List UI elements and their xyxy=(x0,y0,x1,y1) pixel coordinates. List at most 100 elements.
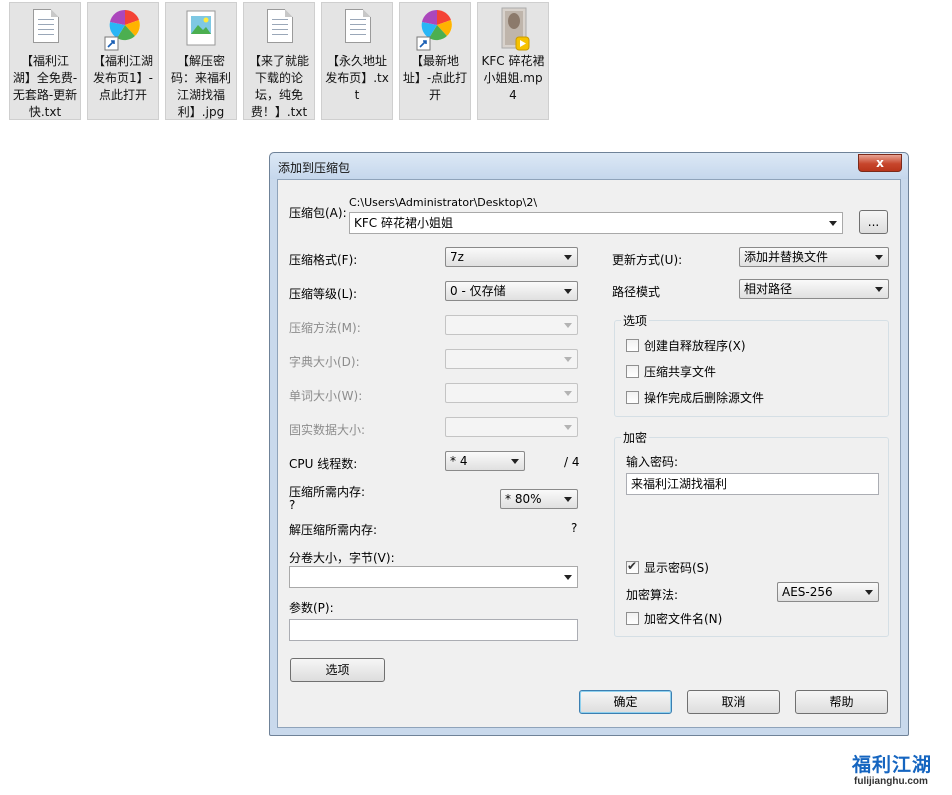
delete-after-checkbox[interactable] xyxy=(626,391,639,404)
ok-button[interactable]: 确定 xyxy=(579,690,672,714)
text-file-icon xyxy=(337,7,377,51)
chevron-down-icon xyxy=(564,323,572,328)
options-button[interactable]: 选项 xyxy=(290,658,385,682)
method-select xyxy=(445,315,578,335)
file-name: 【来了就能下载的论坛，纯免费！】.txt xyxy=(248,54,309,119)
desktop-file[interactable]: 【福利江湖发布页1】-点此打开 xyxy=(87,2,159,120)
method-label: 压缩方法(M): xyxy=(289,321,361,335)
cpu-threads-select[interactable]: * 4 xyxy=(445,451,525,471)
archive-name-value: KFC 碎花裙小姐姐 xyxy=(354,216,453,230)
options-group-title: 选项 xyxy=(621,312,650,329)
level-select[interactable]: 0 - 仅存储 xyxy=(445,281,578,301)
options-group: 选项 创建自释放程序(X) 压缩共享文件 操作完成后删除源文件 xyxy=(614,312,889,417)
password-input[interactable]: 来福利江湖找福利 xyxy=(626,473,879,495)
chevron-down-icon xyxy=(564,425,572,430)
desktop-file[interactable]: KFC 碎花裙小姐姐.mp4 xyxy=(477,2,549,120)
memory-usage-label: 压缩所需内存: xyxy=(289,485,366,499)
chevron-down-icon[interactable] xyxy=(875,287,883,292)
update-mode-select[interactable]: 添加并替换文件 xyxy=(739,247,889,267)
chevron-down-icon xyxy=(564,391,572,396)
file-name: 【永久地址发布页】.txt xyxy=(325,54,389,102)
browse-button[interactable]: ... xyxy=(859,210,888,234)
encryption-method-value: AES-256 xyxy=(782,585,833,599)
dictionary-select xyxy=(445,349,578,369)
dictionary-label: 字典大小(D): xyxy=(289,355,360,369)
encryption-method-select[interactable]: AES-256 xyxy=(777,582,879,602)
sfx-label: 创建自释放程序(X) xyxy=(644,339,746,353)
archive-name-combo[interactable]: KFC 碎花裙小姐姐 xyxy=(349,212,843,234)
encryption-method-label: 加密算法: xyxy=(626,588,679,602)
word-size-label: 单词大小(W): xyxy=(289,389,363,403)
solid-size-label: 固实数据大小: xyxy=(289,423,366,437)
encryption-group: 加密 输入密码: 来福利江湖找福利 显示密码(S) 加密算法: AES-256 … xyxy=(614,429,889,637)
watermark-url: fulijianghu.com xyxy=(854,776,928,787)
chevron-down-icon[interactable] xyxy=(875,255,883,260)
memory-usage-value: * 80% xyxy=(505,492,542,506)
chevron-down-icon[interactable] xyxy=(564,289,572,294)
parameters-label: 参数(P): xyxy=(289,601,334,615)
update-mode-label: 更新方式(U): xyxy=(612,253,683,267)
desktop-file[interactable]: 【永久地址发布页】.txt xyxy=(321,2,393,120)
chevron-down-icon[interactable] xyxy=(511,459,519,464)
cpu-threads-max: / 4 xyxy=(564,455,580,469)
memory-usage-select[interactable]: * 80% xyxy=(500,489,578,509)
desktop-file[interactable]: 【来了就能下载的论坛，纯免费！】.txt xyxy=(243,2,315,120)
chevron-down-icon[interactable] xyxy=(865,590,873,595)
chevron-down-icon[interactable] xyxy=(564,497,572,502)
split-size-label: 分卷大小，字节(V): xyxy=(289,551,395,565)
shared-files-label: 压缩共享文件 xyxy=(644,365,717,379)
chevron-down-icon[interactable] xyxy=(829,221,837,226)
solid-size-select xyxy=(445,417,578,437)
archive-label: 压缩包(A): xyxy=(289,206,347,220)
parameters-input[interactable] xyxy=(289,619,578,641)
format-label: 压缩格式(F): xyxy=(289,253,358,267)
chevron-down-icon xyxy=(564,357,572,362)
image-file-icon xyxy=(181,7,221,51)
add-to-archive-dialog: 添加到压缩包 x 压缩包(A): C:\Users\Administrator\… xyxy=(269,152,909,736)
file-name: 【最新地址】-点此打开 xyxy=(402,54,468,102)
split-size-combo[interactable] xyxy=(289,566,578,588)
word-size-select xyxy=(445,383,578,403)
cancel-button[interactable]: 取消 xyxy=(687,690,780,714)
memory-usage-question: ? xyxy=(289,498,296,512)
text-file-icon xyxy=(259,7,299,51)
decompress-memory-value: ? xyxy=(571,521,578,535)
desktop-file[interactable]: 【最新地址】-点此打开 xyxy=(399,2,471,120)
path-mode-select[interactable]: 相对路径 xyxy=(739,279,889,299)
delete-after-label: 操作完成后删除源文件 xyxy=(644,391,765,405)
watermark-logo: 福利江湖 xyxy=(852,755,933,776)
title-bar[interactable]: 添加到压缩包 x xyxy=(270,153,908,179)
show-password-checkbox[interactable] xyxy=(626,559,639,574)
shared-files-checkbox[interactable] xyxy=(626,365,639,378)
browser-shortcut-icon xyxy=(415,7,455,51)
file-name: 【解压密码：来福利江湖找福利】.jpg xyxy=(170,54,231,119)
video-file-icon xyxy=(493,7,533,51)
help-button[interactable]: 帮助 xyxy=(795,690,888,714)
desktop-file[interactable]: 【福利江湖】全免费-无套路-更新快.txt xyxy=(9,2,81,120)
format-value: 7z xyxy=(450,250,464,264)
show-password-label: 显示密码(S) xyxy=(644,561,709,575)
level-label: 压缩等级(L): xyxy=(289,287,358,301)
file-name: 【福利江湖】全免费-无套路-更新快.txt xyxy=(12,54,78,119)
dialog-title: 添加到压缩包 xyxy=(278,161,351,175)
sfx-checkbox[interactable] xyxy=(626,339,639,352)
file-name: 【福利江湖发布页1】-点此打开 xyxy=(92,54,153,102)
text-file-icon xyxy=(25,7,65,51)
format-select[interactable]: 7z xyxy=(445,247,578,267)
encrypt-names-checkbox[interactable] xyxy=(626,612,639,625)
cpu-threads-label: CPU 线程数: xyxy=(289,457,358,471)
site-watermark: 福利江湖 fulijianghu.com xyxy=(850,748,946,793)
desktop-file[interactable]: 【解压密码：来福利江湖找福利】.jpg xyxy=(165,2,237,120)
chevron-down-icon[interactable] xyxy=(564,255,572,260)
cpu-threads-value: * 4 xyxy=(450,454,468,468)
path-mode-label: 路径模式 xyxy=(612,285,661,299)
close-button[interactable]: x xyxy=(858,154,902,172)
decompress-memory-label: 解压缩所需内存: xyxy=(289,523,378,537)
file-name: KFC 碎花裙小姐姐.mp4 xyxy=(481,54,545,102)
path-mode-value: 相对路径 xyxy=(744,282,793,296)
browser-shortcut-icon xyxy=(103,7,143,51)
chevron-down-icon[interactable] xyxy=(564,575,572,580)
encryption-group-title: 加密 xyxy=(621,429,650,446)
archive-path: C:\Users\Administrator\Desktop\2\ xyxy=(349,196,538,209)
password-label: 输入密码: xyxy=(626,455,679,469)
